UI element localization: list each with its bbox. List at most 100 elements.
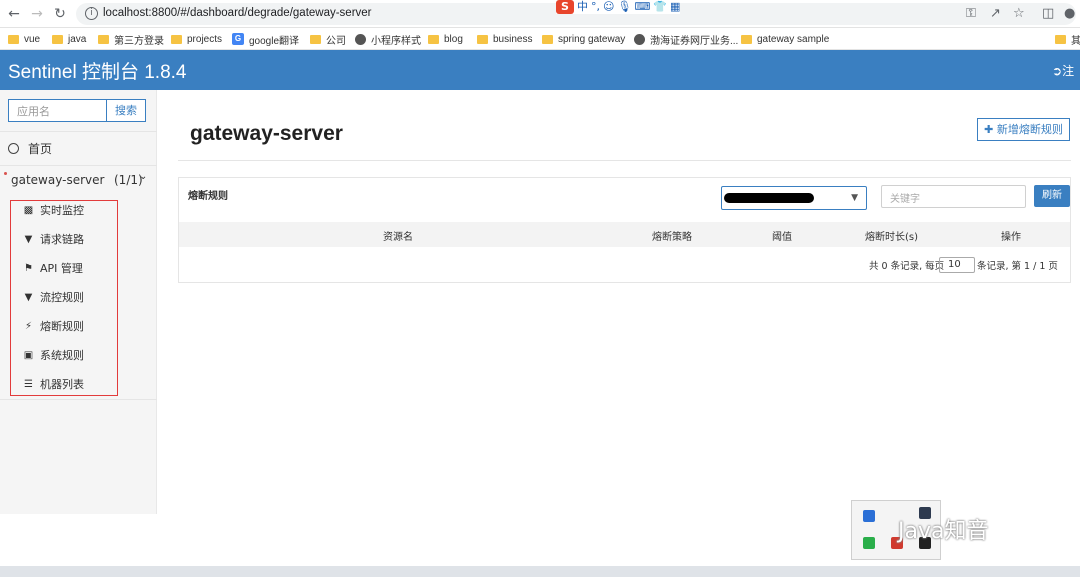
sidebar-item-home[interactable]: 首页	[8, 140, 52, 157]
sidebar-item-label: 实时监控	[40, 204, 84, 217]
bookmark-bohai-securities[interactable]: 渤海证券网厅业务...	[634, 31, 738, 47]
bookmark-third-party-login[interactable]: 第三方登录	[98, 31, 164, 47]
bookmark-label: projects	[187, 33, 223, 45]
column-degrade-duration: 熔断时长(s)	[865, 232, 919, 243]
bookmark-business[interactable]: business	[477, 31, 532, 47]
caret-down-icon: ▼	[851, 193, 858, 203]
info-icon[interactable]: i	[85, 7, 98, 20]
sidebar-item-realtime-monitor[interactable]: ▩ 实时监控	[23, 202, 84, 218]
url-text: localhost:8800/#/dashboard/degrade/gatew…	[103, 7, 372, 19]
sign-out-icon: ➲	[1052, 64, 1063, 78]
sidebar-item-api-management[interactable]: ⚑ API 管理	[23, 260, 83, 276]
ime-toolbar: S 中 °, ☺ 🎙 ⌨ 👕 ▦	[556, 0, 681, 14]
bookmark-label: 第三方登录	[114, 35, 164, 47]
ime-emoji-icon[interactable]: ☺	[603, 0, 614, 14]
list-icon: ☰	[24, 378, 33, 390]
bookmark-label: blog	[444, 33, 463, 45]
bookmark-google-translate[interactable]: Ggoogle翻译	[232, 31, 299, 47]
sidebar-item-machine-list[interactable]: ☰ 机器列表	[23, 376, 84, 392]
windows-taskbar	[0, 566, 1080, 577]
folder-icon	[741, 34, 752, 44]
ime-skin-icon[interactable]: 👕	[653, 0, 667, 14]
folder-icon	[310, 34, 321, 44]
bookmark-java[interactable]: java	[52, 31, 86, 47]
sidebar-divider	[0, 399, 157, 400]
wechat-icon[interactable]	[863, 537, 875, 549]
table-header: 资源名 熔断策略 阈值 熔断时长(s) 操作	[179, 222, 1070, 247]
bookmark-gateway-sample[interactable]: gateway sample	[741, 31, 829, 47]
back-arrow-icon[interactable]: ←	[4, 4, 24, 24]
folder-icon	[477, 34, 488, 44]
bookmark-label: 渤海证券网厅业务...	[650, 35, 739, 47]
bookmark-company[interactable]: 公司	[310, 31, 346, 47]
globe-icon	[634, 33, 645, 45]
plus-icon: ✚	[984, 123, 994, 136]
refresh-button[interactable]: 刷新	[1034, 185, 1070, 207]
bookmark-other[interactable]: 其	[1055, 31, 1080, 47]
sidebar-item-flow-rules[interactable]: ▼ 流控规则	[23, 289, 84, 305]
machine-select[interactable]: ▼	[721, 186, 867, 210]
add-degrade-rule-button[interactable]: ✚ 新增熔断规则	[977, 118, 1070, 141]
ime-punctuation[interactable]: °,	[591, 0, 600, 14]
filter-icon: ▼	[24, 291, 33, 303]
globe-icon	[355, 33, 366, 45]
watermark-text: Java知音	[898, 519, 989, 544]
bookmark-label: business	[493, 33, 533, 45]
column-threshold: 阈值	[772, 232, 792, 243]
page-size-input[interactable]: 10	[939, 257, 975, 273]
redacted-ip-mark	[724, 193, 814, 203]
keyword-search-input[interactable]: 关键字	[881, 185, 1026, 208]
bookmark-vue[interactable]: vue	[8, 31, 40, 47]
bookmark-spring-gateway[interactable]: spring gateway	[542, 31, 625, 47]
flash-icon: ⚡	[24, 320, 33, 332]
key-icon[interactable]: ⚿	[966, 4, 976, 24]
sidebar-item-label: API 管理	[40, 262, 83, 275]
sidepanel-icon[interactable]: ◫	[1042, 4, 1054, 24]
bookmarks-bar: vue java 第三方登录 projects Ggoogle翻译 公司 小程序…	[0, 28, 1080, 50]
add-rule-label: 新增熔断规则	[996, 123, 1063, 136]
filter-icon: ▼	[24, 233, 33, 245]
bookmark-label: 公司	[326, 35, 346, 47]
panel-title: 熔断规则	[188, 191, 228, 202]
sidebar-app-gateway-server[interactable]: gateway-server (1/1) ⌄	[0, 170, 157, 190]
app-search-button[interactable]: 搜索	[106, 99, 146, 122]
browser-toolbar: ← → ↻ i localhost:8800/#/dashboard/degra…	[0, 0, 1080, 28]
bookmark-blog[interactable]: blog	[428, 31, 463, 47]
ime-voice-icon[interactable]: 🎙	[617, 0, 631, 14]
star-icon[interactable]: ☆	[1013, 4, 1025, 24]
pagination-info: 条记录, 第 1 / 1 页	[977, 261, 1058, 272]
degrade-rules-panel: 熔断规则 ▼ 关键字 刷新 资源名 熔断策略 阈值 熔断时长(s) 操作 共 0…	[178, 177, 1071, 283]
forward-arrow-icon[interactable]: →	[27, 4, 47, 24]
ime-chinese-mode[interactable]: 中	[577, 0, 588, 14]
bookmark-projects[interactable]: projects	[171, 31, 222, 47]
sidebar-item-label: 请求链路	[40, 233, 84, 246]
column-resource-name: 资源名	[383, 232, 413, 243]
ime-keyboard-icon[interactable]: ⌨	[634, 0, 650, 14]
folder-icon	[1055, 34, 1066, 44]
bookmark-label: gateway sample	[757, 33, 830, 45]
bookmark-label: google翻译	[249, 35, 300, 47]
sidebar-item-system-rules[interactable]: ▣ 系统规则	[23, 347, 84, 363]
folder-icon	[171, 34, 182, 44]
app-name: gateway-server	[11, 173, 105, 187]
sidebar-item-label: 首页	[28, 142, 53, 156]
sidebar-item-request-chain[interactable]: ▼ 请求链路	[23, 231, 84, 247]
folder-icon	[542, 34, 553, 44]
bookmark-label: 其	[1071, 35, 1080, 47]
shield-icon[interactable]	[863, 510, 875, 522]
app-search-input[interactable]: 应用名	[8, 99, 107, 122]
share-icon[interactable]: ↗	[990, 4, 1001, 24]
sidebar-item-degrade-rules[interactable]: ⚡ 熔断规则	[23, 318, 84, 334]
page-title: gateway-server	[190, 122, 343, 145]
app-header: Sentinel 控制台 1.8.4 ➲注	[0, 50, 1080, 90]
profile-icon[interactable]: ●	[1064, 4, 1075, 24]
reload-icon[interactable]: ↻	[50, 4, 70, 24]
bookmark-miniprogram-style[interactable]: 小程序样式	[355, 31, 421, 47]
sogou-logo-icon[interactable]: S	[556, 0, 574, 14]
bar-chart-icon: ▩	[23, 204, 34, 216]
bookmark-label: 小程序样式	[371, 35, 421, 47]
ime-toolbox-icon[interactable]: ▦	[670, 0, 680, 14]
app-title[interactable]: Sentinel 控制台 1.8.4	[8, 57, 186, 84]
logout-link[interactable]: ➲注	[1052, 62, 1074, 79]
sidebar-item-label: 流控规则	[40, 291, 84, 304]
